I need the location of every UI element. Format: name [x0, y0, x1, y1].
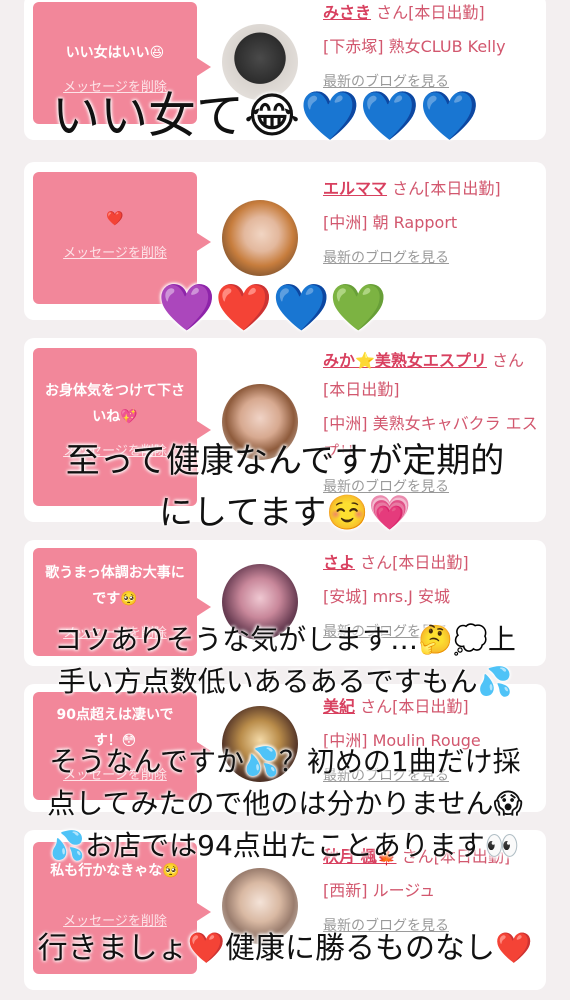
overlay-caption: いい女て😂💙💙💙 — [52, 88, 480, 144]
overlay-caption: 至って健康なんですが定期的 — [65, 441, 505, 481]
profile-info: みさき さん[本日出勤] [下赤塚] 熟女CLUB Kelly 最新のブログを見… — [323, 0, 538, 91]
shop-name: [西新] ルージュ — [323, 881, 436, 900]
message-text: ❤️ — [106, 211, 124, 227]
overlay-caption: 💜❤️💙💚 — [158, 280, 388, 334]
profile-info: エルママ さん[本日出勤] [中洲] 朝 Rapport 最新のブログを見る — [323, 174, 538, 267]
blog-link[interactable]: 最新のブログを見る — [323, 247, 538, 267]
profile-name-link[interactable]: さよ — [323, 553, 355, 572]
overlay-caption: 手い方点数低いあるあるですもん💦 — [57, 665, 513, 698]
status-text: さん[本日出勤] — [392, 179, 501, 198]
overlay-caption: 点してみたので他のは分かりません😱 — [47, 787, 523, 820]
message-text: 歌うまっ体調お大事にです🥺 — [45, 565, 185, 607]
profile-name-link[interactable]: エルママ — [323, 179, 387, 198]
overlay-caption: 💦お店では94点出たことあります👀 — [50, 829, 520, 862]
shop-name: [中洲] 朝 Rapport — [323, 213, 458, 232]
overlay-caption: 行きましょ❤️健康に勝るものなし❤️ — [37, 931, 533, 966]
message-text: お身体気をつけて下さいね💖 — [45, 383, 185, 425]
status-text: さん[本日出勤] — [376, 3, 485, 22]
shop-name: [下赤塚] 熟女CLUB Kelly — [323, 37, 506, 56]
overlay-caption: コツありそうな気がします…🤔💭上 — [54, 623, 516, 656]
message-text: いい女はいい😆 — [65, 45, 165, 61]
shop-name: [安城] mrs.J 安城 — [323, 587, 450, 606]
avatar[interactable] — [222, 200, 298, 276]
overlay-caption: にしてます☺️💗 — [159, 493, 411, 533]
profile-name-link[interactable]: みか⭐️美熟女エスプリ — [323, 351, 487, 370]
profile-name-link[interactable]: みさき — [323, 3, 371, 22]
overlay-caption: そうなんですか💦？初めの1曲だけ採 — [49, 745, 521, 778]
delete-message-link[interactable]: メッセージを削除 — [33, 242, 197, 261]
status-text: さん[本日出勤] — [360, 553, 469, 572]
